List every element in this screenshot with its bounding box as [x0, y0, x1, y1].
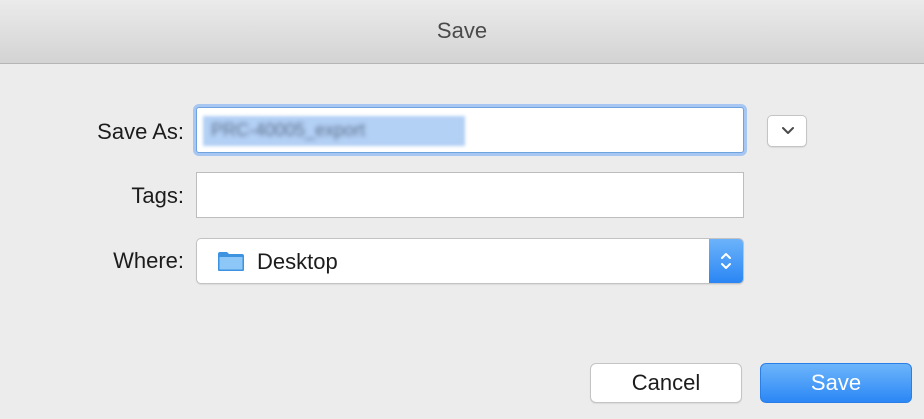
popup-stepper[interactable]: [709, 239, 743, 283]
tags-field[interactable]: [196, 172, 744, 218]
save-as-label: Save As:: [97, 119, 184, 144]
title-bar[interactable]: Save: [0, 0, 924, 64]
cancel-button[interactable]: Cancel: [590, 363, 742, 403]
tags-label: Tags:: [131, 183, 184, 208]
up-down-arrows-icon: [721, 253, 731, 269]
save-dialog: Save Save As: PRC-40005_export Tags: Whe…: [0, 0, 924, 419]
dialog-title: Save: [436, 18, 488, 43]
save-as-value: PRC-40005_export: [211, 120, 366, 140]
save-button[interactable]: Save: [760, 363, 912, 403]
folder-icon: [218, 252, 244, 271]
where-location-popup[interactable]: Desktop: [196, 238, 744, 284]
expand-dialog-button[interactable]: [767, 115, 807, 147]
where-label: Where:: [113, 248, 184, 273]
chevron-down-icon: [782, 127, 794, 134]
save-as-field[interactable]: PRC-40005_export: [196, 107, 744, 153]
where-value: Desktop: [257, 249, 338, 274]
